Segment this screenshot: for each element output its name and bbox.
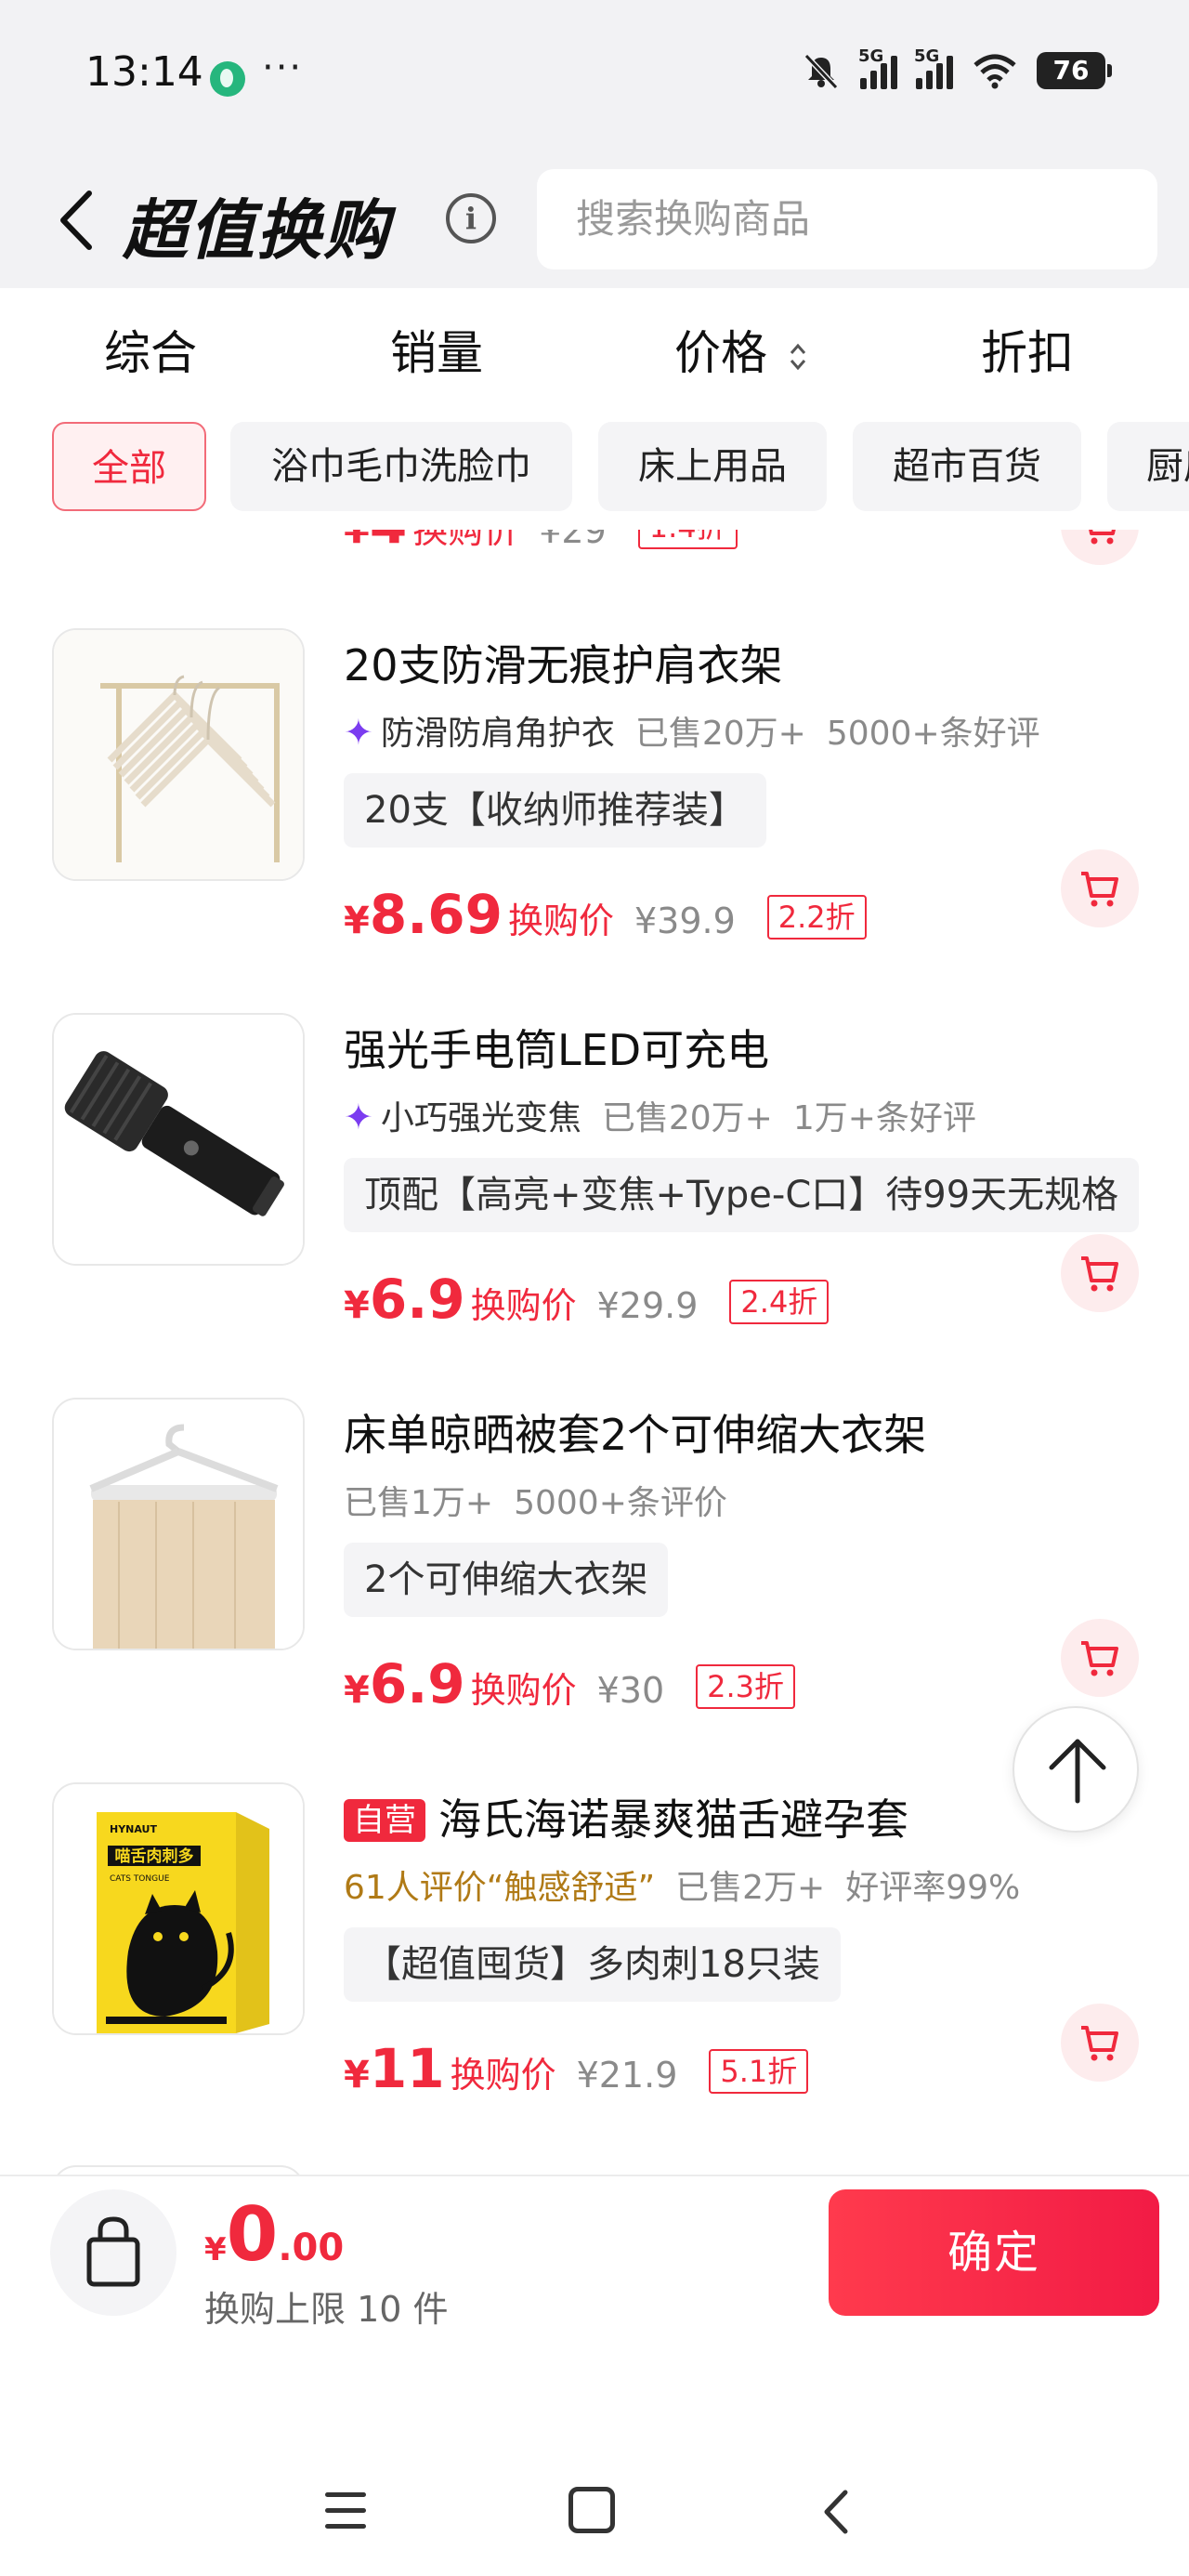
cart-icon [1081,1641,1118,1676]
product-item[interactable]: 强光手电筒LED可充电 ✦ 小巧强光变焦 已售20万+ 1万+条好评 顶配【高亮+变焦… [0,914,1189,1331]
shopping-bag-button[interactable] [50,2189,176,2316]
original-price: ¥21.9 [576,2055,678,2096]
chip-towels[interactable]: 浴巾毛巾洗脸巾 [230,422,572,511]
status-time: 13:14 [85,48,203,96]
recent-apps-button[interactable] [325,2492,366,2530]
discount-badge: 5.1折 [709,2049,809,2094]
package-brand: HYNAUT [110,1823,157,1835]
cart-icon [1081,872,1118,907]
product-meta: ✦ 防滑防肩角护衣 已售20万+ 5000+条好评 [344,712,1040,753]
product-image-blanket-hanger [52,1398,305,1650]
product-item[interactable]: 20支防滑无痕护肩衣架 ✦ 防滑防肩角护衣 已售20万+ 5000+条好评 20支【收… [0,530,1189,946]
signal-1-icon: 5G [858,46,897,89]
sparkle-icon: ✦ [344,1097,373,1137]
sort-toggle-icon [790,343,806,370]
product-spec[interactable]: 【超值囤货】多肉刺18只装 [344,1927,841,2002]
product-image-hangers [52,628,305,881]
tab-price[interactable]: 价格 [674,316,808,383]
product-item[interactable]: 喵舌肉刺多 HYNAUT CATS TONGUE 自营 海氏海诺暴爽猫舌避孕套 6… [0,1684,1189,2100]
tab-comprehensive[interactable]: 综合 [104,316,197,383]
more-notifications-icon: ··· [262,46,304,89]
confirm-button[interactable]: 确定 [829,2189,1159,2316]
system-back-button[interactable] [817,2487,855,2537]
sort-tabs: 综合 销量 价格 折扣 [0,288,1189,400]
self-operated-badge: 自营 [344,1799,425,1842]
package-label: 喵舌肉刺多 [115,1847,194,1866]
product-name: 20支防滑无痕护肩衣架 [344,640,783,690]
page-title: 超值换购 [123,192,390,269]
chip-kitchen[interactable]: 厨房 [1107,422,1189,511]
wifi-icon [973,54,1016,89]
product-meta: ✦ 小巧强光变焦 已售20万+ 1万+条好评 [344,1097,976,1137]
product-spec[interactable]: 顶配【高亮+变焦+Type-C口】待99天无规格 [344,1158,1140,1232]
info-icon[interactable]: i [446,193,496,243]
product-meta: 已售1万+ 5000+条评价 [344,1484,727,1522]
total-amount: ¥0.00 [204,2191,345,2278]
chip-bedding[interactable]: 床上用品 [598,422,827,511]
arrow-up-icon [1049,1739,1106,1804]
product-name: 强光手电筒LED可充电 [344,1025,770,1075]
add-to-cart-button[interactable] [1061,2004,1139,2082]
system-navigation-bar [0,2333,1189,2576]
package-sub: CATS TONGUE [110,1874,170,1884]
cart-icon [1081,2026,1118,2061]
checkout-bar: ¥0.00 换购上限 10 件 确定 [0,2175,1189,2333]
product-image-flashlight [52,1013,305,1266]
battery-icon: 76 [1037,52,1112,89]
price-line: ¥11 换购价 ¥21.9 5.1折 [344,2037,809,2100]
product-spec[interactable]: 2个可伸缩大衣架 [344,1543,669,1617]
cart-icon [1081,1256,1118,1292]
product-item[interactable]: 床单晾晒被套2个可伸缩大衣架 已售1万+ 5000+条评价 2个可伸缩大衣架 ¥6… [0,1299,1189,1715]
back-to-top-button[interactable] [1013,1706,1139,1833]
status-bar: 13:14 ··· 5G 5G 76 [0,0,1189,149]
product-spec[interactable]: 20支【收纳师推荐装】 [344,773,766,848]
exchange-limit: 换购上限 10 件 [204,2289,449,2330]
shopping-bag-icon [86,2216,140,2287]
product-name: 自营 海氏海诺暴爽猫舌避孕套 [344,1786,908,1847]
product-list[interactable]: ¥4换购价¥291.4折 20支防滑无痕护肩衣架 [0,530,1189,2175]
chip-supermarket[interactable]: 超市百货 [853,422,1081,511]
exchange-price: 11 [369,2037,445,2100]
page-header: 超值换购 i 搜索换购商品 [0,149,1189,288]
search-input[interactable]: 搜索换购商品 [537,169,1157,269]
chip-all[interactable]: 全部 [52,422,206,511]
mute-icon [804,53,839,89]
product-meta: 61人评价“触感舒适” 已售2万+ 好评率99% [344,1869,1021,1907]
signal-2-icon: 5G [914,46,953,89]
review-quote: 61人评价“触感舒适” [344,1869,656,1907]
next-product-peek [52,2165,305,2175]
product-name: 床单晾晒被套2个可伸缩大衣架 [344,1410,927,1460]
tab-sales[interactable]: 销量 [390,316,483,383]
sparkle-icon: ✦ [344,712,373,753]
app-notification-icon [210,61,245,97]
status-icons: 5G 5G 76 [801,46,1112,89]
category-chips: 全部 浴巾毛巾洗脸巾 床上用品 超市百货 厨房 [0,400,1189,530]
tab-discount[interactable]: 折扣 [981,316,1074,383]
back-arrow-icon[interactable] [54,188,100,253]
tab-price-label: 价格 [674,326,767,380]
home-button[interactable] [568,2487,615,2533]
product-image-package: 喵舌肉刺多 HYNAUT CATS TONGUE [52,1782,305,2035]
